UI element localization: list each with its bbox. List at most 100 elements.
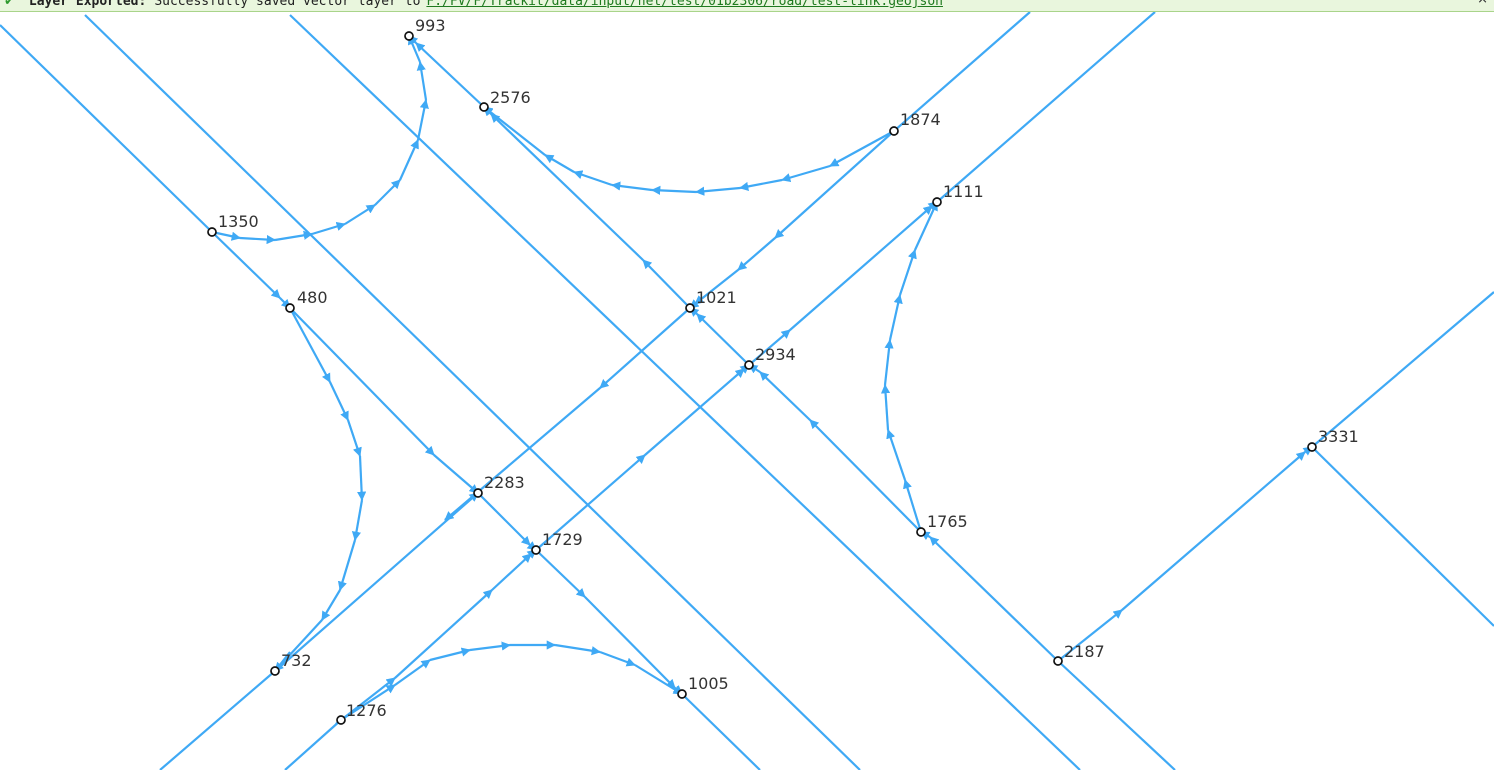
ramp-1350-993-segment[interactable] bbox=[374, 179, 401, 206]
ramp-1276-1005-segment[interactable] bbox=[554, 643, 601, 656]
ramp-480-732-segment[interactable] bbox=[351, 499, 364, 541]
ramp-480-732-segment[interactable] bbox=[357, 455, 367, 501]
link-1729-2934-segment[interactable] bbox=[644, 368, 745, 456]
link-1729-1005-segment[interactable] bbox=[535, 549, 586, 598]
ramp-1276-1005-segment[interactable] bbox=[599, 650, 636, 667]
ramp-1874-2576-segment[interactable] bbox=[781, 164, 831, 183]
node-3331[interactable]: 3331 bbox=[1307, 427, 1359, 452]
node-2576[interactable]: 2576 bbox=[479, 88, 531, 112]
ramp-1276-1005-segment[interactable] bbox=[634, 664, 683, 695]
link-1276-1729-segment[interactable] bbox=[491, 553, 532, 591]
exported-file-link[interactable]: F:/FV/F/Trackit/data/input/net/test/01b2… bbox=[426, 0, 943, 9]
ramp-1765-1111-segment[interactable] bbox=[898, 249, 917, 296]
ramp-1765-1111-segment[interactable] bbox=[914, 201, 938, 251]
ramp-1350-993-segment[interactable] bbox=[416, 99, 429, 141]
node-label: 732 bbox=[281, 651, 312, 670]
link-2934-1111-segment[interactable] bbox=[789, 205, 933, 331]
ramp-1350-993-segment[interactable] bbox=[311, 221, 346, 236]
close-message-button[interactable]: × bbox=[1477, 0, 1488, 7]
node-1021[interactable]: 1021 bbox=[685, 288, 737, 313]
node-marker[interactable] bbox=[744, 360, 754, 370]
ramp-1276-1005-segment[interactable] bbox=[469, 641, 511, 652]
ramp-1350-993-segment[interactable] bbox=[239, 234, 276, 245]
node-2187[interactable]: 2187 bbox=[1053, 642, 1105, 666]
ramp-480-732-segment[interactable] bbox=[289, 307, 331, 383]
link-edge-1350-nw[interactable] bbox=[0, 24, 213, 233]
node-marker[interactable] bbox=[479, 102, 489, 112]
link-1874-1021-segment[interactable] bbox=[737, 237, 776, 271]
ramp-1765-1111-segment[interactable] bbox=[886, 429, 907, 481]
link-edge-2187-se[interactable] bbox=[1057, 660, 1176, 770]
node-480[interactable]: 480 bbox=[285, 288, 328, 313]
link-edge-3331-se[interactable] bbox=[1311, 446, 1494, 627]
link-2283-1729-segment[interactable] bbox=[477, 492, 531, 546]
link-edge-1005-se[interactable] bbox=[681, 693, 761, 770]
node-1111[interactable]: 1111 bbox=[932, 182, 984, 207]
node-1729[interactable]: 1729 bbox=[531, 530, 583, 555]
link-480-2283-segment[interactable] bbox=[289, 307, 435, 456]
node-1350[interactable]: 1350 bbox=[207, 212, 259, 237]
link-edge-mainline-b[interactable] bbox=[289, 14, 1081, 770]
node-993[interactable]: 993 bbox=[404, 16, 446, 41]
link-1765-2934-segment[interactable] bbox=[759, 371, 811, 421]
node-marker[interactable] bbox=[404, 31, 414, 41]
link-edge-1111-ne[interactable] bbox=[936, 11, 1156, 203]
link-2187-1765-segment[interactable] bbox=[929, 536, 1059, 662]
node-1276[interactable]: 1276 bbox=[336, 701, 387, 725]
map-canvas[interactable]: 993 2576 1874 1111 1350 480 1021 2934 3331 2283 17… bbox=[0, 0, 1494, 770]
node-marker[interactable] bbox=[473, 488, 483, 498]
link-1021-2283-segment[interactable] bbox=[599, 307, 691, 389]
node-marker[interactable] bbox=[285, 303, 295, 313]
node-marker[interactable] bbox=[932, 197, 942, 207]
node-label: 1276 bbox=[346, 701, 387, 720]
ramp-1350-993-segment[interactable] bbox=[274, 230, 313, 242]
ramp-1350-993-segment[interactable] bbox=[416, 61, 428, 101]
link-2283-732-segment[interactable] bbox=[280, 492, 479, 667]
link-edge-1276-sw[interactable] bbox=[284, 719, 342, 770]
node-marker[interactable] bbox=[677, 689, 687, 699]
ramp-1765-1111-segment[interactable] bbox=[883, 339, 894, 386]
ramp-1276-1005-segment[interactable] bbox=[429, 647, 471, 662]
node-1005[interactable]: 1005 bbox=[677, 674, 729, 699]
node-marker[interactable] bbox=[889, 126, 899, 136]
ramp-1874-2576-segment[interactable] bbox=[611, 181, 653, 192]
node-marker[interactable] bbox=[531, 545, 541, 555]
node-label: 1874 bbox=[900, 110, 941, 129]
node-2283[interactable]: 2283 bbox=[473, 473, 525, 498]
ramp-1765-1111-segment[interactable] bbox=[888, 294, 903, 341]
ramp-480-732-segment[interactable] bbox=[346, 419, 362, 457]
node-2934[interactable]: 2934 bbox=[744, 345, 796, 370]
ramp-1350-993-segment[interactable] bbox=[344, 204, 376, 225]
node-marker[interactable] bbox=[336, 715, 346, 725]
ramp-1874-2576-segment[interactable] bbox=[573, 170, 613, 187]
node-732[interactable]: 732 bbox=[270, 651, 312, 676]
link-2187-3331-segment[interactable] bbox=[1121, 451, 1306, 611]
link-edge-3331-ne[interactable] bbox=[1311, 291, 1494, 448]
node-label: 1765 bbox=[927, 512, 968, 531]
link-2934-1021-segment[interactable] bbox=[696, 313, 750, 366]
ramp-1874-2576-segment[interactable] bbox=[739, 178, 783, 191]
node-marker[interactable] bbox=[685, 303, 695, 313]
node-marker[interactable] bbox=[207, 227, 217, 237]
node-marker[interactable] bbox=[1307, 442, 1317, 452]
ramp-1874-2576-segment[interactable] bbox=[651, 185, 697, 195]
ramp-1874-2576-segment[interactable] bbox=[695, 186, 741, 196]
ramp-1350-993-segment[interactable] bbox=[398, 139, 420, 181]
ramp-1874-2576-segment[interactable] bbox=[483, 106, 546, 156]
link-480-2283-segment[interactable] bbox=[433, 454, 479, 494]
link-1276-1729-segment[interactable] bbox=[394, 589, 493, 679]
node-marker[interactable] bbox=[1053, 656, 1063, 666]
link-edge-732-sw[interactable] bbox=[159, 670, 276, 770]
link-1729-1005-segment[interactable] bbox=[584, 596, 676, 689]
node-1765[interactable]: 1765 bbox=[916, 512, 968, 537]
link-edge-mainline-a[interactable] bbox=[84, 14, 861, 770]
node-1874[interactable]: 1874 bbox=[889, 110, 941, 136]
link-1874-1021-segment[interactable] bbox=[774, 130, 895, 239]
ramp-480-732-segment[interactable] bbox=[329, 381, 349, 421]
node-marker[interactable] bbox=[916, 527, 926, 537]
ramp-480-732-segment[interactable] bbox=[337, 539, 357, 591]
ramp-1765-1111-segment[interactable] bbox=[880, 384, 891, 431]
link-1021-2576-segment[interactable] bbox=[642, 259, 691, 309]
link-1350-480-segment[interactable] bbox=[211, 231, 281, 299]
node-marker[interactable] bbox=[270, 666, 280, 676]
